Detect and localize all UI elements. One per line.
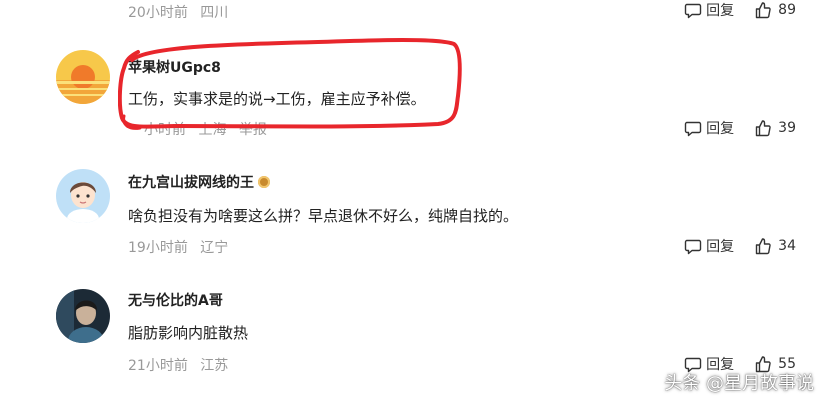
comment-item: 20小时前 四川 回复 89 bbox=[0, 0, 824, 30]
reply-label: 回复 bbox=[706, 121, 735, 137]
comment-time: 19小时前 bbox=[128, 240, 188, 256]
comment-actions: 回复 89 bbox=[684, 0, 796, 20]
comment-location: 江苏 bbox=[200, 358, 229, 374]
like-button[interactable]: 89 bbox=[754, 1, 796, 19]
reply-icon bbox=[684, 239, 702, 255]
reply-icon bbox=[684, 121, 702, 137]
report-link[interactable]: 举报 bbox=[239, 122, 267, 138]
username-text: 在九宫山拔网线的王 bbox=[128, 175, 254, 191]
comment-time: 20小时前 bbox=[128, 5, 188, 21]
avatar[interactable] bbox=[56, 50, 110, 104]
comment-meta: 21小时前 江苏 bbox=[128, 355, 236, 375]
reply-button[interactable]: 回复 bbox=[684, 0, 734, 20]
username[interactable]: 苹果树UGpc8 bbox=[128, 57, 221, 77]
comment-location: 上海 bbox=[198, 122, 227, 138]
comment-text: 脂肪影响内脏散热 bbox=[128, 324, 249, 342]
comment-text: 工伤，实事求是的说→工伤，雇主应予补偿。 bbox=[128, 90, 426, 108]
avatar[interactable] bbox=[56, 289, 110, 343]
reply-button[interactable]: 回复 bbox=[684, 118, 734, 138]
watermark: 头条 @星月故事说 bbox=[664, 373, 814, 394]
comment-meta: 19小时前 辽宁 bbox=[128, 237, 236, 257]
comment-text: 啥负担没有为啥要这么拼？早点退休不好么，纯牌自找的。 bbox=[128, 207, 519, 225]
like-count: 34 bbox=[778, 238, 796, 254]
comment-location: 四川 bbox=[200, 5, 229, 21]
comment-item: 在九宫山拔网线的王 啥负担没有为啥要这么拼？早点退休不好么，纯牌自找的。 19小… bbox=[0, 158, 824, 268]
thumbs-up-icon bbox=[755, 2, 771, 19]
like-count: 39 bbox=[778, 120, 796, 136]
reply-label: 回复 bbox=[706, 239, 735, 255]
comment-meta: 20小时前 四川 bbox=[128, 2, 236, 22]
comment-meta: 小时前 上海 举报 bbox=[128, 119, 275, 139]
thumbs-up-icon bbox=[755, 238, 771, 255]
person-photo-avatar-image bbox=[56, 289, 110, 343]
thumbs-up-icon bbox=[755, 120, 771, 137]
reply-label: 回复 bbox=[706, 3, 735, 19]
cartoon-boy-avatar-image bbox=[56, 169, 110, 223]
comment-time: 21小时前 bbox=[128, 358, 188, 374]
comment-location: 辽宁 bbox=[200, 240, 229, 256]
like-button[interactable]: 34 bbox=[754, 237, 796, 255]
comment-time: 小时前 bbox=[144, 122, 186, 138]
like-button[interactable]: 39 bbox=[754, 119, 796, 137]
like-count: 89 bbox=[778, 2, 796, 18]
username[interactable]: 在九宫山拔网线的王 bbox=[128, 172, 270, 192]
badge-icon bbox=[258, 176, 270, 188]
comment-actions: 回复 39 bbox=[684, 118, 796, 138]
avatar[interactable] bbox=[56, 169, 110, 223]
comment-actions: 回复 34 bbox=[684, 236, 796, 256]
reply-icon bbox=[684, 3, 702, 19]
comment-item: 苹果树UGpc8 工伤，实事求是的说→工伤，雇主应予补偿。 小时前 上海 举报 … bbox=[0, 40, 824, 150]
reply-button[interactable]: 回复 bbox=[684, 236, 734, 256]
username[interactable]: 无与伦比的A哥 bbox=[128, 290, 223, 310]
sunset-avatar-image bbox=[56, 50, 110, 104]
